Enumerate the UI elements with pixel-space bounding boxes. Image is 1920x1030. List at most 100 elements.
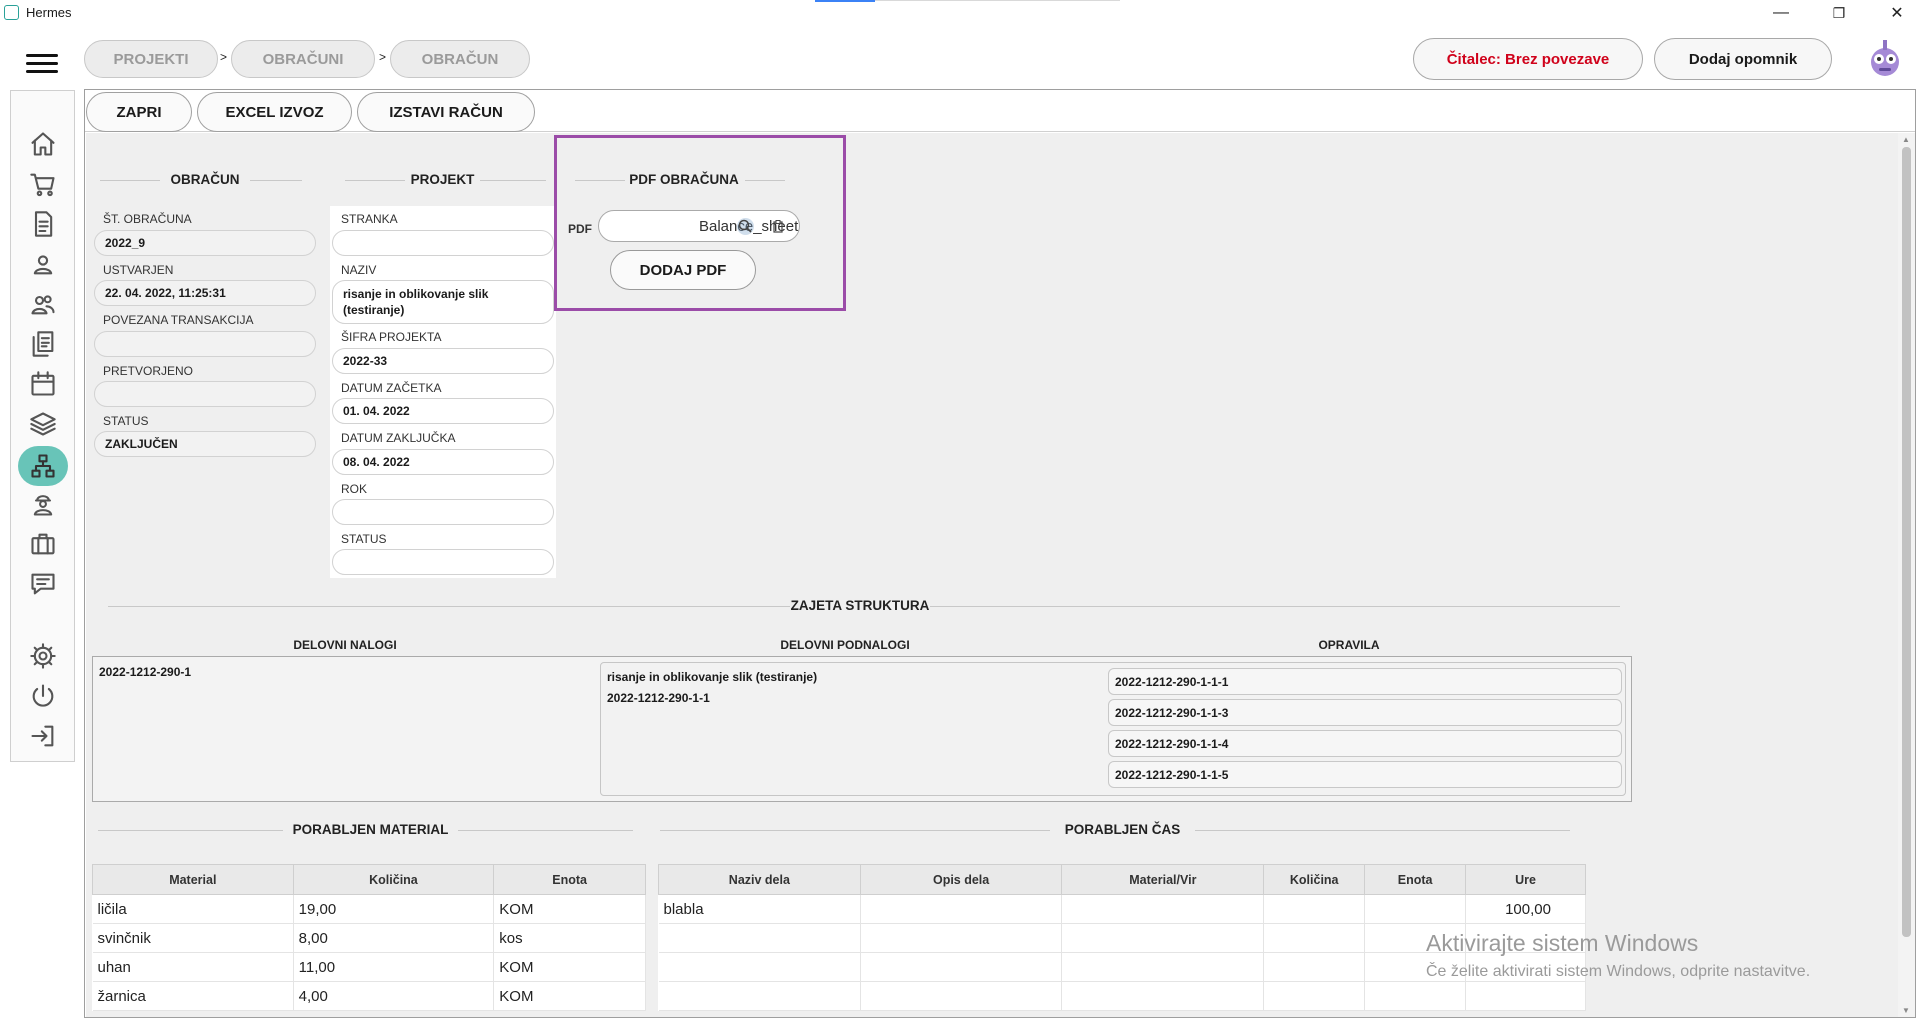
clipboard-icon[interactable]	[773, 220, 783, 233]
table-cell: ličila	[92, 894, 294, 924]
work-order-item[interactable]: 2022-1212-290-1	[99, 665, 191, 679]
people-icon[interactable]	[28, 289, 58, 319]
table-cell	[860, 952, 1063, 982]
pdf-file-field[interactable]: Balance_sheet	[598, 210, 800, 242]
invoice-number-field[interactable]: 2022_9	[94, 230, 316, 256]
table-cell: 8,00	[293, 923, 495, 953]
task-item[interactable]: 2022-1212-290-1-1-3	[1108, 699, 1622, 726]
watermark-subtitle: Če želite aktivirati sistem Windows, odp…	[1426, 963, 1811, 980]
table-cell: 4,00	[293, 981, 495, 1011]
project-name-field[interactable]: risanje in oblikovanje slik (testiranje)	[332, 280, 554, 324]
converted-field[interactable]	[94, 381, 316, 407]
column-header[interactable]: Količina	[1263, 864, 1366, 895]
close-button[interactable]: ZAPRI	[86, 92, 192, 132]
column-header[interactable]: Naziv dela	[658, 864, 861, 895]
sub-order-name[interactable]: risanje in oblikovanje slik (testiranje)	[607, 670, 817, 684]
table-row[interactable]: uhan 11,00 KOM	[92, 952, 646, 982]
cart-icon[interactable]	[28, 169, 58, 199]
table-cell: 19,00	[293, 894, 495, 924]
calendar-icon[interactable]	[28, 369, 58, 399]
layers-icon[interactable]	[28, 409, 58, 439]
project-code-field[interactable]: 2022-33	[332, 348, 554, 374]
field-label: USTVARJEN	[103, 263, 174, 277]
breadcrumb-projekti[interactable]: PROJEKTI	[84, 40, 218, 78]
briefcase-icon[interactable]	[28, 529, 58, 559]
table-cell	[1061, 894, 1265, 924]
col-header-work-orders: DELOVNI NALOGI	[293, 638, 397, 652]
start-date-field[interactable]: 01. 04. 2022	[332, 398, 554, 424]
table-row[interactable]: svinčnik 8,00 kos	[92, 923, 646, 953]
sub-order-code[interactable]: 2022-1212-290-1-1	[607, 691, 710, 705]
table-cell	[658, 952, 861, 982]
task-item[interactable]: 2022-1212-290-1-1-4	[1108, 730, 1622, 757]
status-field[interactable]: ZAKLJUČEN	[94, 431, 316, 457]
field-label: STATUS	[103, 414, 149, 428]
table-row[interactable]	[658, 981, 1586, 1011]
document-icon[interactable]	[28, 209, 58, 239]
close-window-button[interactable]: ✕	[1874, 0, 1920, 26]
hierarchy-icon[interactable]	[28, 451, 58, 481]
column-header[interactable]: Količina	[292, 864, 495, 895]
end-date-field[interactable]: 08. 04. 2022	[332, 449, 554, 475]
table-cell	[1061, 952, 1265, 982]
column-header[interactable]: Material	[92, 864, 294, 895]
table-cell: KOM	[493, 952, 646, 982]
table-cell	[1263, 923, 1366, 953]
linked-transaction-field[interactable]	[94, 331, 316, 357]
power-icon[interactable]	[28, 681, 58, 711]
worker-icon[interactable]	[28, 489, 58, 519]
pdf-label: PDF	[568, 222, 592, 236]
task-item[interactable]: 2022-1212-290-1-1-5	[1108, 761, 1622, 788]
material-table: Material Količina Enota ličila 19,00 KOM…	[92, 864, 646, 1011]
issue-invoice-button[interactable]: IZSTAVI RAČUN	[357, 92, 535, 132]
column-header[interactable]: Enota	[493, 864, 646, 895]
excel-export-button[interactable]: EXCEL IZVOZ	[197, 92, 352, 132]
avatar[interactable]	[1868, 38, 1902, 78]
table-row[interactable]: ličila 19,00 KOM	[92, 894, 646, 924]
reader-status-button[interactable]: Čitalec: Brez povezave	[1413, 38, 1643, 80]
add-pdf-button[interactable]: DODAJ PDF	[610, 250, 756, 290]
logout-icon[interactable]	[28, 721, 58, 751]
table-cell	[1263, 952, 1366, 982]
minimize-button[interactable]: —	[1758, 0, 1804, 26]
projekt-section-title: PROJEKT	[410, 172, 475, 187]
task-item[interactable]: 2022-1212-290-1-1-1	[1108, 668, 1622, 695]
field-label: DATUM ZAČETKA	[341, 381, 442, 395]
table-cell	[1061, 981, 1265, 1011]
table-row[interactable]: žarnica 4,00 KOM	[92, 981, 646, 1011]
person-icon[interactable]	[28, 249, 58, 279]
column-header[interactable]: Opis dela	[859, 864, 1063, 895]
add-reminder-button[interactable]: Dodaj opomnik	[1654, 38, 1832, 80]
gear-icon[interactable]	[28, 641, 58, 671]
deadline-field[interactable]	[332, 499, 554, 525]
vertical-scrollbar[interactable]: ▲ ▼	[1898, 133, 1915, 1017]
table-row[interactable]: blabla 100,00	[658, 894, 1586, 924]
created-field[interactable]: 22. 04. 2022, 11:25:31	[94, 280, 316, 306]
home-icon[interactable]	[28, 129, 58, 159]
chat-icon[interactable]	[28, 569, 58, 599]
table-cell: blabla	[658, 894, 861, 924]
column-header[interactable]: Material/Vir	[1061, 864, 1265, 895]
breadcrumb-obracuni[interactable]: OBRAČUNI	[231, 40, 375, 78]
table-cell	[1263, 981, 1366, 1011]
field-label: STRANKA	[341, 212, 398, 226]
breadcrumb-separator: >	[379, 50, 387, 64]
field-label: POVEZANA TRANSAKCIJA	[103, 313, 254, 327]
app-icon	[4, 5, 19, 20]
documents-icon[interactable]	[28, 329, 58, 359]
title-bar: Hermes — ❐ ✕	[0, 0, 1920, 26]
column-header[interactable]: Enota	[1364, 864, 1467, 895]
table-cell: uhan	[92, 952, 294, 982]
table-cell	[1263, 894, 1366, 924]
taskbar-hint-line	[815, 0, 875, 2]
client-field[interactable]	[332, 230, 554, 256]
breadcrumb-obracun[interactable]: OBRAČUN	[390, 40, 530, 78]
table-cell: KOM	[493, 981, 646, 1011]
menu-icon[interactable]	[26, 52, 58, 76]
search-icon[interactable]	[737, 218, 754, 235]
project-status-field[interactable]	[332, 549, 554, 575]
maximize-button[interactable]: ❐	[1816, 0, 1862, 26]
column-header[interactable]: Ure	[1465, 864, 1586, 895]
sidebar	[10, 90, 75, 762]
table-cell: svinčnik	[92, 923, 294, 953]
